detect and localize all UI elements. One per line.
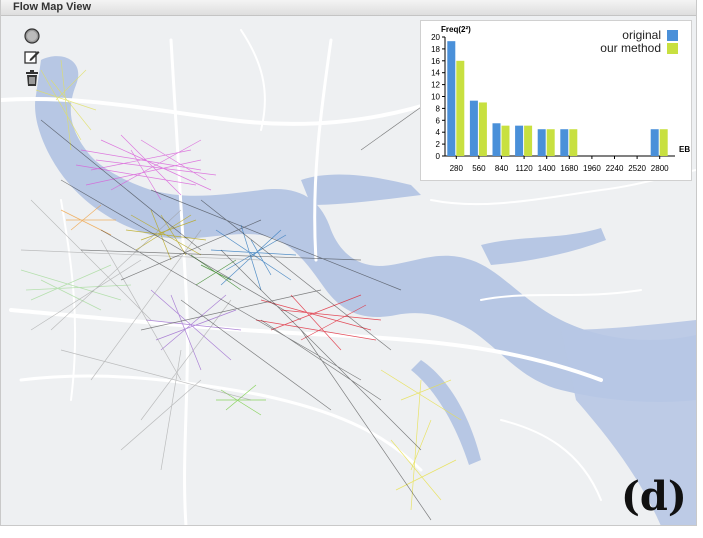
y-tick-label: 8 (436, 104, 441, 113)
x-tick-label: 2520 (628, 164, 646, 173)
x-tick-label: 840 (495, 164, 509, 173)
bar-our-method (524, 125, 533, 156)
edit-icon[interactable] (23, 48, 41, 66)
bar-our-method (546, 129, 555, 156)
bar-original (515, 125, 524, 156)
eb-histogram-panel: 0 2 4 6 8 10 12 14 16 18 20 Freq(2²) EB 280 560 840 1120… (420, 20, 692, 181)
x-tick-label: 1960 (583, 164, 601, 173)
x-tick-label: 560 (472, 164, 486, 173)
bar-our-method (478, 102, 487, 156)
legend-label: our method (600, 41, 661, 55)
y-tick-label: 0 (436, 152, 441, 161)
y-tick-label: 18 (431, 45, 440, 54)
x-tick-label: 280 (450, 164, 464, 173)
y-axis-label: Freq(2²) (441, 25, 471, 34)
x-tick-label: 2240 (606, 164, 624, 173)
y-tick-label: 16 (431, 57, 440, 66)
trash-icon[interactable] (23, 69, 41, 87)
y-tick-label: 10 (431, 93, 440, 102)
map-toolbar (23, 27, 43, 90)
legend-swatch (667, 30, 678, 41)
bar-original (650, 129, 659, 156)
x-tick-label: 1680 (560, 164, 578, 173)
flow-map-panel: Flow Map View (d) 0 2 4 6 8 10 12 14 16 … (0, 0, 697, 526)
y-tick-label: 12 (431, 81, 440, 90)
x-tick-label: 2800 (651, 164, 669, 173)
y-tick-label: 2 (436, 140, 441, 149)
x-axis-label: EB (679, 145, 690, 154)
bar-original (492, 123, 501, 156)
bar-our-method (501, 125, 510, 156)
legend-swatch (667, 43, 678, 54)
y-tick-label: 20 (431, 33, 440, 42)
panel-title: Flow Map View (13, 1, 92, 13)
x-tick-label: 1400 (538, 164, 556, 173)
bar-original (447, 41, 456, 156)
bar-original (469, 100, 478, 156)
bar-our-method (659, 129, 668, 156)
lasso-select-icon[interactable] (23, 27, 41, 45)
y-tick-label: 14 (431, 69, 440, 78)
bar-original (560, 129, 569, 156)
panel-label: (d) (621, 473, 687, 520)
eb-histogram: 0 2 4 6 8 10 12 14 16 18 20Freq(2²) EB 280 560 840 1120… (431, 25, 690, 173)
panel-titlebar: Flow Map View (1, 0, 696, 16)
bar-original (537, 129, 546, 156)
legend-label: original (622, 28, 661, 42)
bar-our-method (569, 129, 578, 156)
x-tick-label: 1120 (515, 164, 533, 173)
y-tick-label: 6 (436, 116, 441, 125)
y-tick-label: 4 (436, 128, 441, 137)
bar-our-method (456, 60, 465, 156)
